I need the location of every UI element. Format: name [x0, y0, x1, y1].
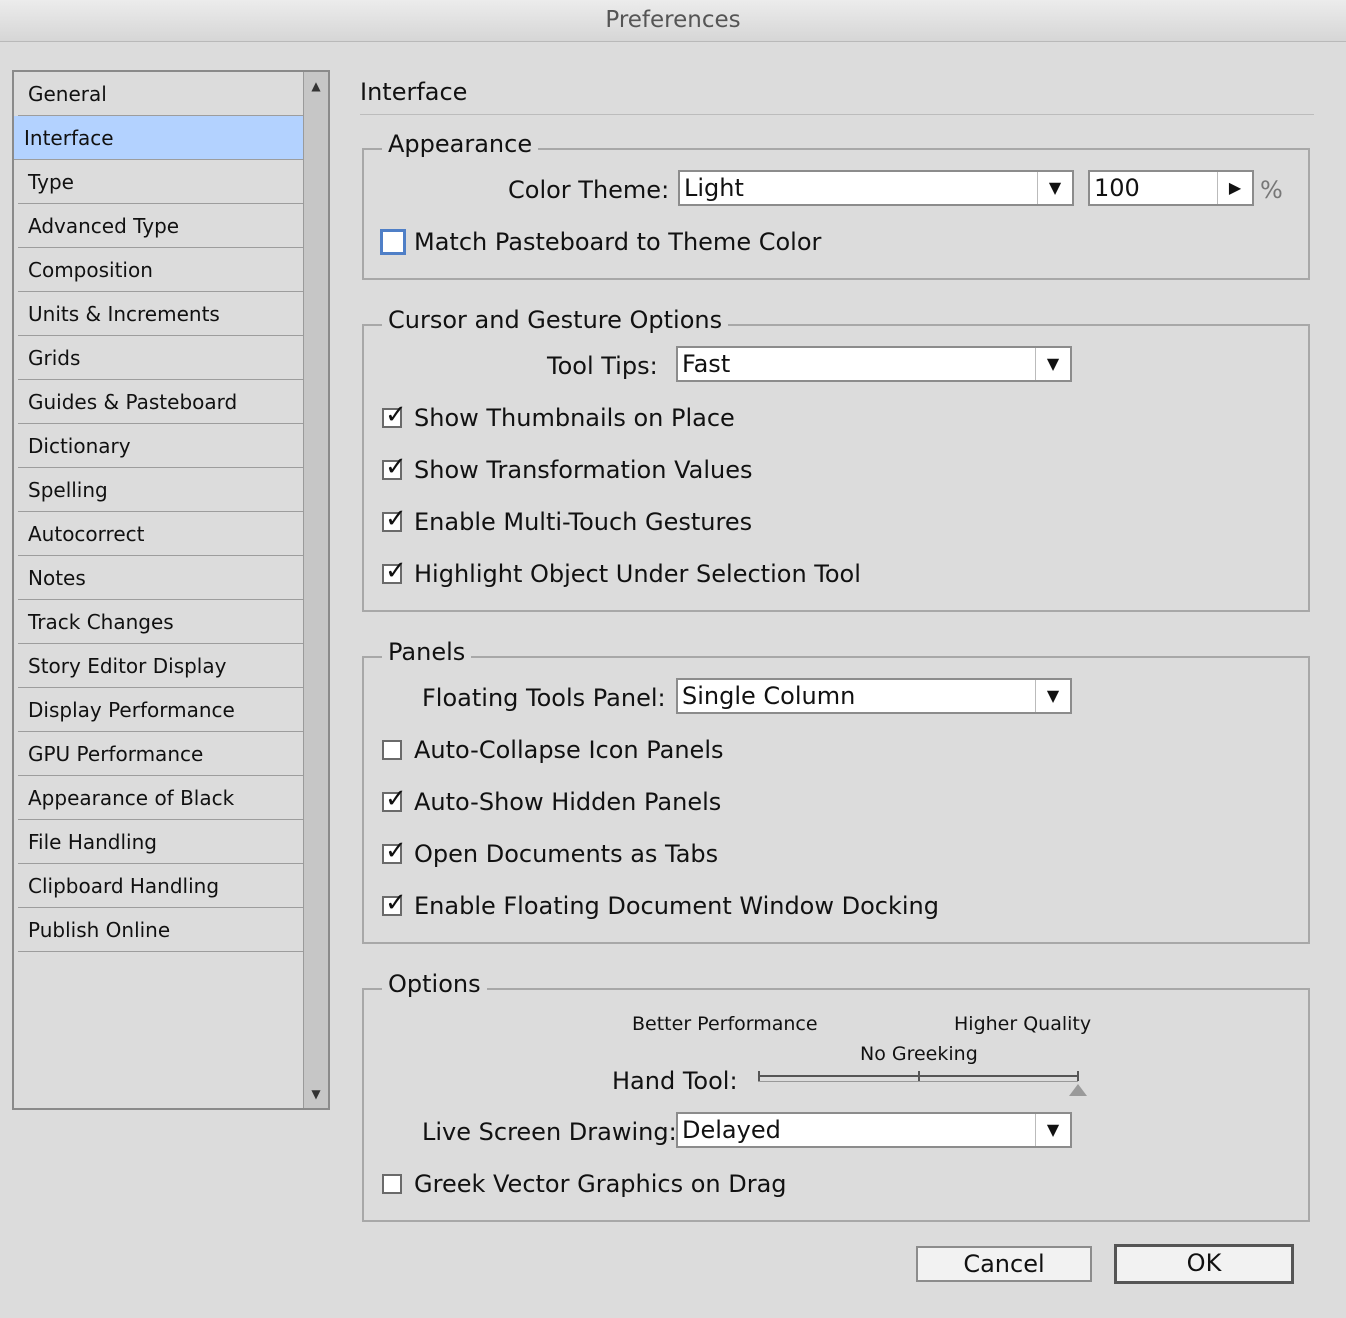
sidebar-item-appearance-of-black[interactable]: Appearance of Black	[18, 776, 306, 820]
auto-collapse-label: Auto-Collapse Icon Panels	[414, 736, 724, 764]
color-theme-label: Color Theme:	[508, 176, 670, 204]
percent-sign: %	[1260, 176, 1283, 204]
options-legend: Options	[382, 970, 487, 998]
color-theme-value: Light	[684, 174, 744, 202]
match-pasteboard-label: Match Pasteboard to Theme Color	[414, 228, 822, 256]
color-theme-select[interactable]: Light ▼	[678, 170, 1074, 206]
sidebar-item-autocorrect[interactable]: Autocorrect	[18, 512, 306, 556]
live-screen-select[interactable]: Delayed ▼	[676, 1112, 1072, 1148]
floating-tools-select[interactable]: Single Column ▼	[676, 678, 1072, 714]
checkmark-icon: ✓	[382, 556, 407, 586]
triangle-right-icon[interactable]: ▶	[1217, 172, 1252, 204]
checkmark-icon: ✓	[382, 888, 407, 918]
sidebar-item-spelling[interactable]: Spelling	[18, 468, 306, 512]
appearance-legend: Appearance	[382, 130, 539, 158]
sidebar-item-clipboard-handling[interactable]: Clipboard Handling	[18, 864, 306, 908]
theme-brightness-field[interactable]: 100 ▶	[1088, 170, 1254, 206]
slider-tick	[758, 1071, 760, 1081]
sidebar-item-general[interactable]: General	[18, 72, 306, 116]
open-docs-tabs-checkbox[interactable]: ✓ Open Documents as Tabs	[382, 836, 719, 868]
checkmark-icon: ✓	[382, 452, 407, 482]
enable-docking-label: Enable Floating Document Window Docking	[414, 892, 939, 920]
checkbox-unchecked-icon	[382, 740, 402, 760]
list-scrollbar[interactable]: ▲ ▼	[303, 72, 328, 1108]
auto-collapse-checkbox[interactable]: Auto-Collapse Icon Panels	[382, 736, 724, 764]
sidebar-item-dictionary[interactable]: Dictionary	[18, 424, 306, 468]
greek-vector-checkbox[interactable]: Greek Vector Graphics on Drag	[382, 1170, 787, 1198]
match-pasteboard-checkbox[interactable]: Match Pasteboard to Theme Color	[380, 228, 821, 256]
show-thumbnails-label: Show Thumbnails on Place	[414, 404, 735, 432]
auto-show-label: Auto-Show Hidden Panels	[414, 788, 722, 816]
sidebar-item-display-performance[interactable]: Display Performance	[18, 688, 306, 732]
sidebar-item-composition[interactable]: Composition	[18, 248, 306, 292]
sidebar-item-track-changes[interactable]: Track Changes	[18, 600, 306, 644]
checkmark-icon: ✓	[382, 400, 407, 430]
scroll-up-arrow-icon[interactable]: ▲	[304, 74, 328, 98]
chevron-down-icon: ▼	[1037, 172, 1072, 204]
floating-tools-value: Single Column	[682, 682, 856, 710]
slider-tick	[918, 1071, 920, 1081]
sidebar-item-gpu-performance[interactable]: GPU Performance	[18, 732, 306, 776]
enable-docking-checkbox[interactable]: ✓ Enable Floating Document Window Dockin…	[382, 888, 939, 920]
ok-button[interactable]: OK	[1114, 1244, 1294, 1284]
better-performance-label: Better Performance	[632, 1013, 818, 1035]
sidebar-item-type[interactable]: Type	[18, 160, 306, 204]
hand-tool-label: Hand Tool:	[612, 1067, 738, 1095]
auto-show-checkbox[interactable]: ✓ Auto-Show Hidden Panels	[382, 784, 722, 816]
sidebar-item-advanced-type[interactable]: Advanced Type	[18, 204, 306, 248]
live-screen-value: Delayed	[682, 1116, 781, 1144]
brightness-value: 100	[1094, 174, 1140, 202]
checkmark-icon: ✓	[382, 836, 407, 866]
category-items: General Interface Type Advanced Type Com…	[14, 72, 308, 952]
sidebar-item-notes[interactable]: Notes	[18, 556, 306, 600]
open-docs-tabs-label: Open Documents as Tabs	[414, 840, 719, 868]
no-greeking-label: No Greeking	[860, 1043, 978, 1065]
checkbox-unchecked-icon	[380, 229, 406, 255]
checkmark-icon: ✓	[382, 504, 407, 534]
highlight-object-label: Highlight Object Under Selection Tool	[414, 560, 861, 588]
page-title: Interface	[360, 78, 468, 106]
chevron-down-icon: ▼	[1035, 348, 1070, 380]
tool-tips-label: Tool Tips:	[547, 352, 658, 380]
greek-vector-label: Greek Vector Graphics on Drag	[414, 1170, 787, 1198]
enable-multitouch-label: Enable Multi-Touch Gestures	[414, 508, 753, 536]
cancel-button[interactable]: Cancel	[916, 1246, 1092, 1282]
live-screen-label: Live Screen Drawing:	[422, 1118, 677, 1146]
enable-multitouch-checkbox[interactable]: ✓ Enable Multi-Touch Gestures	[382, 504, 753, 536]
chevron-down-icon: ▼	[1035, 1114, 1070, 1146]
sidebar-item-file-handling[interactable]: File Handling	[18, 820, 306, 864]
sidebar-item-story-editor-display[interactable]: Story Editor Display	[18, 644, 306, 688]
tool-tips-select[interactable]: Fast ▼	[676, 346, 1072, 382]
slider-thumb-icon[interactable]	[1069, 1084, 1087, 1096]
tool-tips-value: Fast	[682, 350, 731, 378]
cursor-legend: Cursor and Gesture Options	[382, 306, 729, 334]
appearance-group: Appearance	[362, 130, 1310, 280]
title-divider	[360, 114, 1314, 115]
sidebar-item-grids[interactable]: Grids	[18, 336, 306, 380]
panels-legend: Panels	[382, 638, 472, 666]
sidebar-item-units-increments[interactable]: Units & Increments	[18, 292, 306, 336]
preferences-category-list[interactable]: General Interface Type Advanced Type Com…	[12, 70, 330, 1110]
checkmark-icon: ✓	[382, 784, 407, 814]
show-transformation-checkbox[interactable]: ✓ Show Transformation Values	[382, 452, 753, 484]
sidebar-item-guides-pasteboard[interactable]: Guides & Pasteboard	[18, 380, 306, 424]
show-thumbnails-checkbox[interactable]: ✓ Show Thumbnails on Place	[382, 400, 735, 432]
scroll-down-arrow-icon[interactable]: ▼	[304, 1082, 328, 1106]
slider-tick	[1077, 1071, 1079, 1081]
sidebar-item-interface[interactable]: Interface	[14, 116, 308, 160]
show-transformation-label: Show Transformation Values	[414, 456, 753, 484]
sidebar-item-publish-online[interactable]: Publish Online	[18, 908, 306, 952]
floating-tools-label: Floating Tools Panel:	[422, 684, 666, 712]
window-title: Preferences	[0, 0, 1346, 42]
chevron-down-icon: ▼	[1035, 680, 1070, 712]
highlight-object-checkbox[interactable]: ✓ Highlight Object Under Selection Tool	[382, 556, 861, 588]
higher-quality-label: Higher Quality	[954, 1013, 1092, 1035]
checkbox-unchecked-icon	[382, 1174, 402, 1194]
